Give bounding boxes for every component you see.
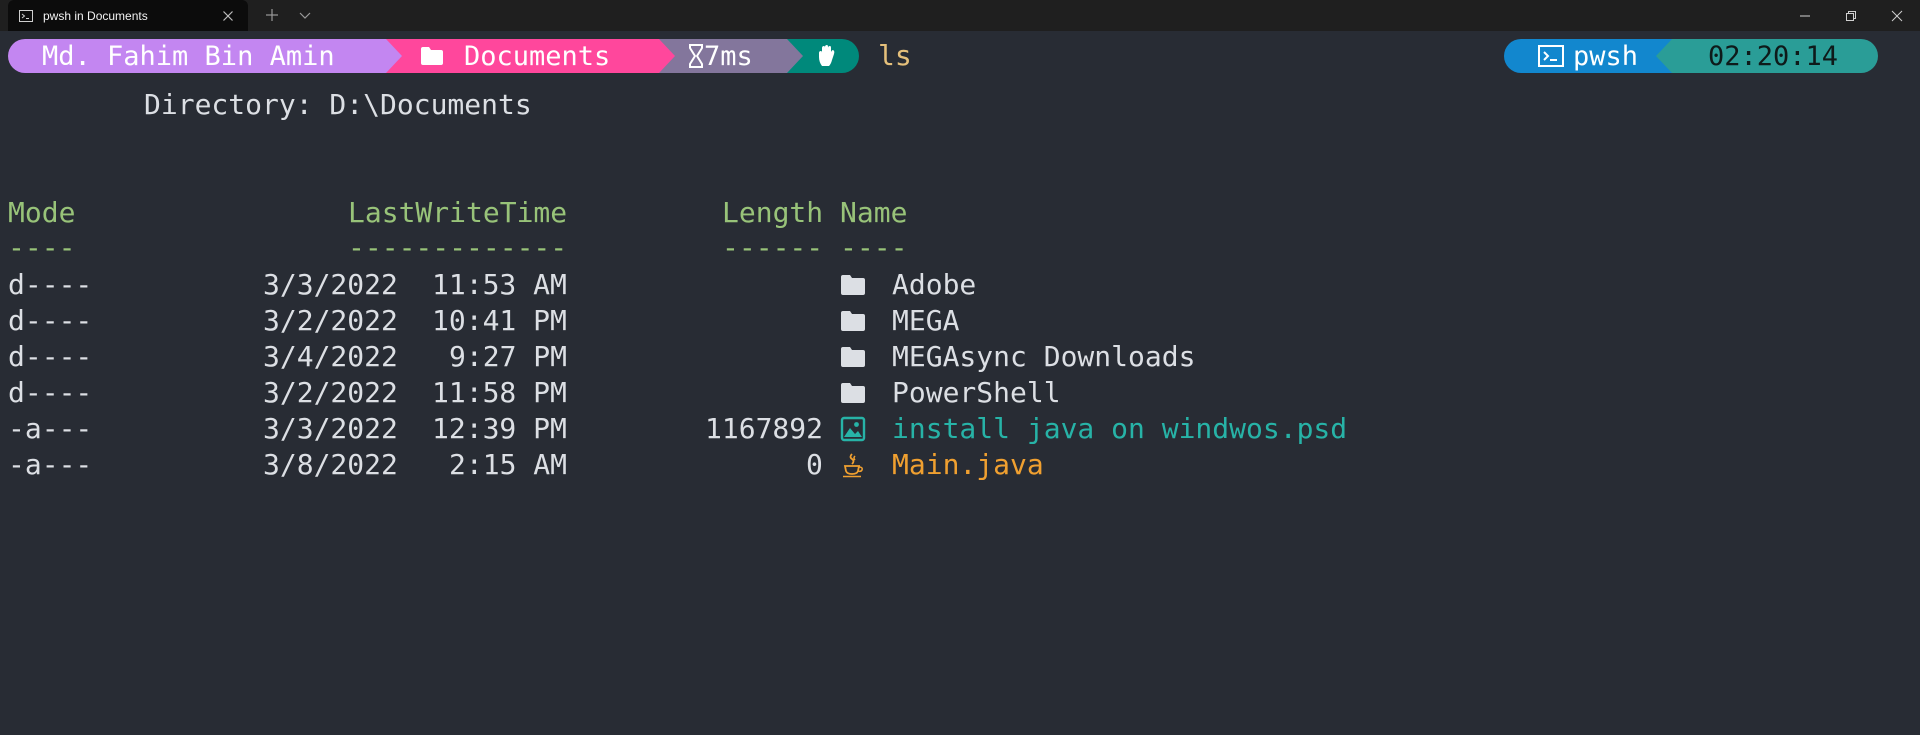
title-bar: pwsh in Documents [0, 0, 1920, 31]
row-mode: d---- [8, 376, 93, 409]
row-length: 1167892 [705, 412, 824, 445]
row-date: 3/2/2022 [263, 304, 398, 337]
minimize-button[interactable] [1782, 0, 1828, 31]
row-name: MEGA [892, 304, 960, 337]
row-date: 3/2/2022 [263, 376, 398, 409]
header-mode: Mode [8, 196, 76, 229]
header-lastwritetime: LastWriteTime [348, 196, 568, 229]
folder-icon [841, 347, 865, 367]
prompt-folder: Documents [464, 40, 611, 72]
underline-name: ---- [840, 231, 908, 264]
row-time: 11:58 PM [432, 376, 567, 409]
table-row: d---- 3/2/2022 10:41 PM MEGA [0, 303, 1920, 339]
row-mode: d---- [8, 304, 93, 337]
tab-pwsh[interactable]: pwsh in Documents [8, 0, 248, 31]
prompt-shell: pwsh [1573, 40, 1639, 72]
table-row: d---- 3/3/2022 11:53 AM Adobe [0, 267, 1920, 303]
row-time: 12:39 PM [432, 412, 567, 445]
underline-lastwritetime: ------------- [348, 231, 568, 264]
row-mode: -a--- [8, 448, 93, 481]
row-time: 9:27 PM [449, 340, 568, 373]
folder-icon [421, 47, 443, 65]
underline-mode: ---- [8, 231, 76, 264]
row-length: 0 [806, 448, 823, 481]
prompt-clock-segment: 02:20:14 [1672, 39, 1878, 73]
image-file-icon [840, 416, 866, 442]
table-row: d---- 3/4/2022 9:27 PM MEGAsync Download… [0, 339, 1920, 375]
directory-line: Directory: D:\Documents [144, 88, 532, 121]
row-time: 2:15 AM [449, 448, 568, 481]
folder-icon [841, 383, 865, 403]
row-date: 3/3/2022 [263, 412, 398, 445]
row-date: 3/3/2022 [263, 268, 398, 301]
terminal-icon [1538, 45, 1564, 67]
header-length: Length [722, 196, 824, 229]
underline-length: ------ [722, 231, 824, 264]
segment-separator [787, 39, 803, 73]
row-name: Main.java [892, 448, 1044, 481]
table-row: d---- 3/2/2022 11:58 PM PowerShell [0, 375, 1920, 411]
minimize-icon [1800, 15, 1810, 16]
folder-icon [841, 311, 865, 331]
dropdown-chevron-icon[interactable] [297, 7, 313, 23]
restore-icon [1846, 10, 1856, 21]
terminal-output[interactable]: Md. Fahim Bin Amin Documents 7ms ls pwsh… [0, 31, 1920, 531]
close-window-button[interactable] [1874, 0, 1920, 31]
restore-button[interactable] [1828, 0, 1874, 31]
segment-separator [386, 39, 402, 73]
segment-separator [659, 39, 675, 73]
prompt-user: Md. Fahim Bin Amin [42, 40, 335, 72]
header-name: Name [840, 196, 908, 229]
prompt-folder-segment: Documents [386, 39, 661, 73]
close-icon [1891, 10, 1903, 21]
prompt-exec-time-segment: 7ms [659, 39, 789, 73]
table-row: -a--- 3/3/2022 12:39 PM 1167892 install … [0, 411, 1920, 447]
prompt-clock: 02:20:14 [1708, 40, 1839, 72]
tab-title: pwsh in Documents [43, 8, 148, 23]
listing-header-underline: ---- ------------- ------ ---- [0, 230, 1920, 266]
row-mode: d---- [8, 340, 93, 373]
prompt-shell-segment: pwsh [1504, 39, 1672, 73]
row-name: PowerShell [892, 376, 1061, 409]
row-name: install java on windwos.psd [892, 412, 1348, 445]
listing-header: Mode LastWriteTime Length Name [0, 195, 1920, 231]
prompt-user-segment: Md. Fahim Bin Amin [8, 39, 388, 73]
row-date: 3/4/2022 [263, 340, 398, 373]
table-row: -a--- 3/8/2022 2:15 AM 0 Main.java [0, 447, 1920, 483]
prompt-command: ls [878, 39, 912, 72]
row-name: Adobe [892, 268, 977, 301]
prompt-exec-time: 7ms [704, 40, 753, 72]
java-coffee-icon [843, 453, 863, 478]
row-time: 11:53 AM [432, 268, 567, 301]
row-mode: -a--- [8, 412, 93, 445]
row-mode: d---- [8, 268, 93, 301]
folder-icon [841, 275, 865, 295]
row-date: 3/8/2022 [263, 448, 398, 481]
row-time: 10:41 PM [432, 304, 567, 337]
hourglass-icon [689, 44, 703, 68]
row-name: MEGAsync Downloads [892, 340, 1196, 373]
segment-separator [1656, 39, 1672, 73]
close-tab-icon[interactable] [222, 10, 234, 22]
hand-icon [819, 45, 835, 66]
terminal-icon [19, 9, 33, 22]
new-tab-icon[interactable] [264, 7, 280, 23]
